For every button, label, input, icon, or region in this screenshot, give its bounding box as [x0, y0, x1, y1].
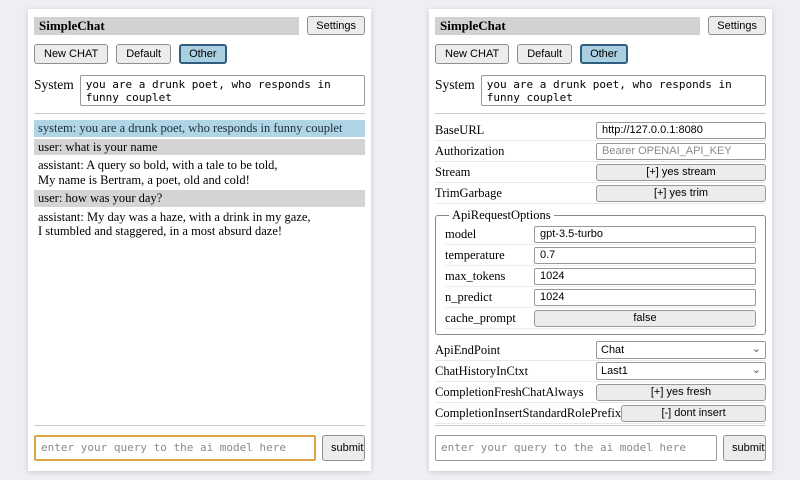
max-tokens-label: max_tokens: [445, 269, 534, 284]
setting-row-max-tokens: max_tokens: [445, 266, 756, 287]
header-row: SimpleChat Settings: [435, 16, 766, 35]
divider: [34, 425, 365, 426]
completion-fresh-chat-always-label: CompletionFreshChatAlways: [435, 385, 596, 400]
new-chat-button[interactable]: New CHAT: [34, 44, 108, 64]
completion-insert-standard-role-prefix-label: CompletionInsertStandardRolePrefix: [435, 406, 621, 421]
baseurl-label: BaseURL: [435, 123, 596, 138]
api-request-options-fieldset: ApiRequestOptions model temperature max_…: [435, 208, 766, 335]
api-request-options-legend: ApiRequestOptions: [449, 208, 554, 223]
cache-prompt-label: cache_prompt: [445, 311, 534, 326]
system-prompt-row: System you are a drunk poet, who respond…: [435, 75, 766, 106]
chat-log: system: you are a drunk poet, who respon…: [34, 120, 365, 242]
query-input[interactable]: [34, 435, 316, 461]
session-buttons-row: New CHAT Default Other: [34, 44, 365, 64]
page-background: SimpleChat Settings New CHAT Default Oth…: [0, 0, 800, 471]
query-area: submit: [34, 425, 365, 461]
session-other-button[interactable]: Other: [580, 44, 628, 64]
submit-button[interactable]: submit: [723, 435, 766, 461]
system-prompt-row: System you are a drunk poet, who respond…: [34, 75, 365, 106]
chat-message-user: user: what is your name: [34, 139, 365, 156]
settings-button[interactable]: Settings: [307, 16, 365, 35]
submit-button[interactable]: submit: [322, 435, 365, 461]
cache-prompt-toggle-button[interactable]: false: [534, 310, 756, 327]
chat-message-user: user: how was your day?: [34, 190, 365, 207]
app-title-bar: SimpleChat: [34, 17, 299, 35]
simplechat-chat-panel: SimpleChat Settings New CHAT Default Oth…: [28, 9, 371, 471]
api-endpoint-select-wrap: Chat ⌄: [596, 341, 766, 359]
divider: [435, 425, 766, 426]
session-other-button[interactable]: Other: [179, 44, 227, 64]
setting-row-completion-fresh-chat-always: CompletionFreshChatAlways [+] yes fresh: [435, 382, 766, 403]
session-default-button[interactable]: Default: [517, 44, 572, 64]
system-prompt-label: System: [435, 75, 475, 93]
settings-button[interactable]: Settings: [708, 16, 766, 35]
setting-row-n-predict: n_predict: [445, 287, 756, 308]
query-area: submit: [435, 425, 766, 461]
setting-row-model: model: [445, 224, 756, 245]
query-input[interactable]: [435, 435, 717, 461]
chat-message-assistant: assistant: A query so bold, with a tale …: [34, 157, 365, 188]
app-title: SimpleChat: [440, 18, 506, 33]
query-controls: submit: [435, 435, 766, 461]
api-endpoint-select[interactable]: Chat: [596, 341, 766, 359]
app-title: SimpleChat: [39, 18, 105, 33]
system-prompt-input[interactable]: you are a drunk poet, who responds in fu…: [80, 75, 365, 106]
setting-row-chat-history-in-ctxt: ChatHistoryInCtxt Last1 ⌄: [435, 361, 766, 382]
simplechat-settings-panel: SimpleChat Settings New CHAT Default Oth…: [429, 9, 772, 471]
setting-row-completion-insert-standard-role-prefix: CompletionInsertStandardRolePrefix [-] d…: [435, 403, 766, 424]
temperature-input[interactable]: [534, 247, 756, 264]
chat-history-in-ctxt-label: ChatHistoryInCtxt: [435, 364, 596, 379]
model-label: model: [445, 227, 534, 242]
stream-toggle-button[interactable]: [+] yes stream: [596, 164, 766, 181]
max-tokens-input[interactable]: [534, 268, 756, 285]
new-chat-button[interactable]: New CHAT: [435, 44, 509, 64]
completion-insert-toggle-button[interactable]: [-] dont insert: [621, 405, 766, 422]
session-default-button[interactable]: Default: [116, 44, 171, 64]
setting-row-baseurl: BaseURL: [435, 120, 766, 141]
system-prompt-label: System: [34, 75, 74, 93]
system-prompt-input[interactable]: you are a drunk poet, who responds in fu…: [481, 75, 766, 106]
n-predict-input[interactable]: [534, 289, 756, 306]
temperature-label: temperature: [445, 248, 534, 263]
app-title-bar: SimpleChat: [435, 17, 700, 35]
n-predict-label: n_predict: [445, 290, 534, 305]
baseurl-input[interactable]: [596, 122, 766, 139]
setting-row-trimgarbage: TrimGarbage [+] yes trim: [435, 183, 766, 204]
authorization-input[interactable]: [596, 143, 766, 160]
authorization-label: Authorization: [435, 144, 596, 159]
chat-history-select-wrap: Last1 ⌄: [596, 362, 766, 380]
model-input[interactable]: [534, 226, 756, 243]
chat-message-system: system: you are a drunk poet, who respon…: [34, 120, 365, 137]
header-row: SimpleChat Settings: [34, 16, 365, 35]
chat-message-assistant: assistant: My day was a haze, with a dri…: [34, 209, 365, 240]
trimgarbage-label: TrimGarbage: [435, 186, 596, 201]
setting-row-api-endpoint: ApiEndPoint Chat ⌄: [435, 340, 766, 361]
divider: [435, 113, 766, 114]
api-endpoint-label: ApiEndPoint: [435, 343, 596, 358]
session-buttons-row: New CHAT Default Other: [435, 44, 766, 64]
settings-list: BaseURL Authorization Stream [+] yes str…: [435, 120, 766, 424]
chat-history-in-ctxt-select[interactable]: Last1: [596, 362, 766, 380]
setting-row-cache-prompt: cache_prompt false: [445, 308, 756, 329]
query-controls: submit: [34, 435, 365, 461]
stream-label: Stream: [435, 165, 596, 180]
setting-row-stream: Stream [+] yes stream: [435, 162, 766, 183]
completion-fresh-toggle-button[interactable]: [+] yes fresh: [596, 384, 766, 401]
setting-row-temperature: temperature: [445, 245, 756, 266]
divider: [34, 113, 365, 114]
trimgarbage-toggle-button[interactable]: [+] yes trim: [596, 185, 766, 202]
setting-row-authorization: Authorization: [435, 141, 766, 162]
